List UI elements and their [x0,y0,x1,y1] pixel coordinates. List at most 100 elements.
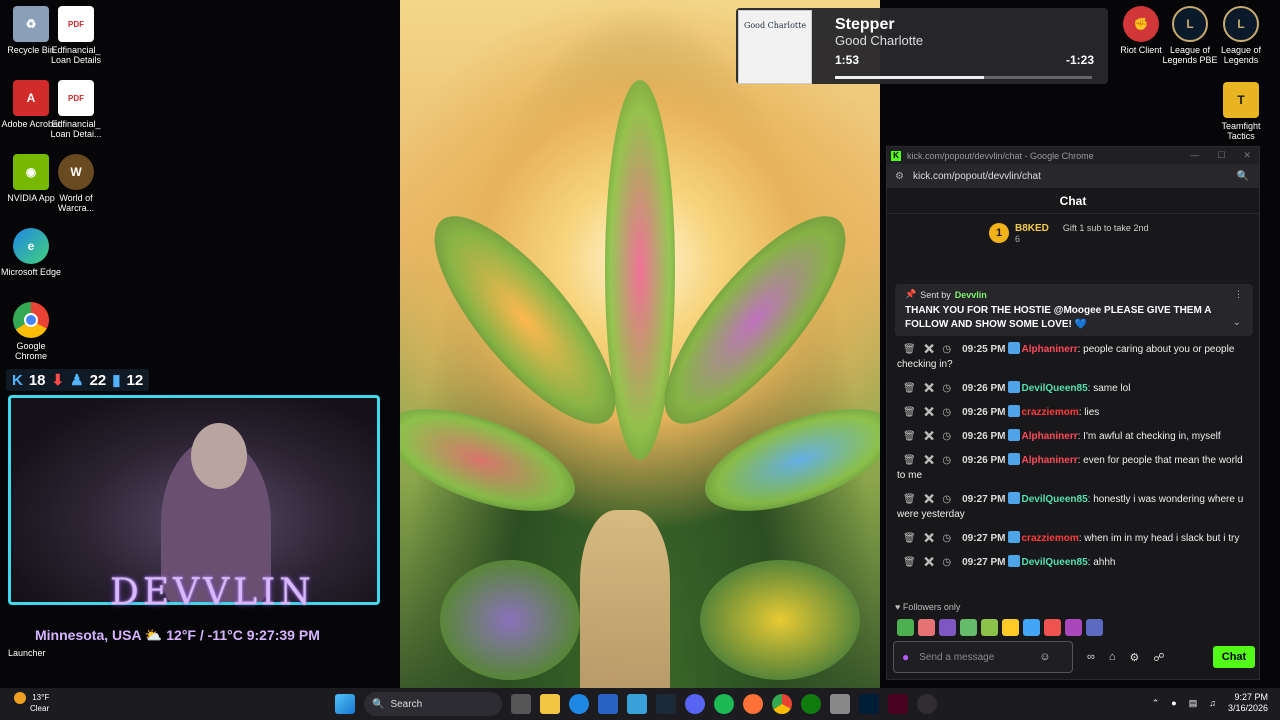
message-time: 09:26 PM [962,431,1006,442]
now-playing-widget[interactable]: Good Charlotte Stepper Good Charlotte 1:… [736,8,1108,84]
desktop-icon-loan-details-2[interactable]: PDF Edfinancial_ Loan Detai... [45,80,107,139]
zoom-icon[interactable]: 🔍 [1237,171,1249,182]
chat-input-box[interactable]: ● ☺ [893,641,1073,673]
photoshop-icon[interactable] [859,694,879,714]
indesign-icon[interactable] [888,694,908,714]
settings-icon[interactable]: ⚙ [1130,651,1140,664]
volume-icon[interactable]: ♫ [1209,698,1216,708]
obs-icon[interactable] [917,694,937,714]
emoji-icon[interactable]: ☺ [1039,651,1050,663]
stream-stats-bar: K 18 ⬇ ♟ 22 ▮ 12 [6,369,150,391]
message-user[interactable]: Alphaninerr [1021,431,1077,442]
chevron-up-icon[interactable]: ⌃ [1152,698,1160,709]
app-icon[interactable] [627,694,647,714]
minimize-icon[interactable]: — [1190,150,1199,161]
moderation-icons[interactable]: 🗑✖◷ [903,344,958,355]
desktop-icon-world-of-warcraft[interactable]: W World of Warcra... [45,154,107,213]
message-text: : when im in my head i slack but i try [1078,533,1240,544]
discord-icon[interactable] [685,694,705,714]
chat-messages: 🗑✖◷ 09:25 PM Alphaninerr: people caring ab… [897,342,1247,579]
emote[interactable] [1044,619,1061,636]
site-settings-icon[interactable]: ⚙ [895,171,907,182]
desktop-icon-lol[interactable]: L League of Legends [1210,6,1272,65]
desktop-icon-chrome[interactable]: Google Chrome [0,302,62,361]
emote[interactable] [1023,619,1040,636]
emote[interactable] [897,619,914,636]
taskbar-clock[interactable]: 9:27 PM 3/16/2026 [1228,692,1268,714]
message-user[interactable]: crazziemom [1021,407,1078,418]
gift-icon[interactable]: ☍ [1153,651,1164,664]
moderation-icons[interactable]: 🗑✖◷ [903,557,958,568]
emote-bar[interactable] [897,619,1103,636]
emote[interactable] [960,619,977,636]
store-icon[interactable]: ⌂ [1109,651,1116,663]
send-chat-button[interactable]: Chat [1213,646,1255,668]
chat-message: 🗑✖◷ 09:27 PM DevilQueen85: honestly i was … [897,492,1247,522]
close-icon[interactable]: ✕ [1243,150,1251,161]
desktop-icon-edge[interactable]: e Microsoft Edge [0,228,62,277]
pdf-icon: PDF [58,6,94,42]
message-text: : lies [1078,407,1100,418]
message-time: 09:27 PM [962,494,1006,505]
emote[interactable] [918,619,935,636]
gift-leaderboard[interactable]: 1 B8KED 6 Gift 1 sub to take 2nd [887,214,1259,252]
pinned-message[interactable]: 📌 Sent by Devvlin ⋮ THANK YOU FOR THE HO… [895,284,1253,336]
network-icon[interactable]: ▤ [1189,698,1198,709]
firefox-icon[interactable] [743,694,763,714]
riot-icon: ✊ [1123,6,1159,42]
sub-badge-icon [1008,405,1021,417]
task-view-icon[interactable] [511,694,531,714]
chevron-down-icon[interactable]: ⌄ [1233,317,1241,328]
emote[interactable] [1065,619,1082,636]
taskbar-search[interactable]: 🔍 Search [364,692,502,716]
moderation-icons[interactable]: 🗑✖◷ [903,407,958,418]
message-user[interactable]: crazziemom [1021,533,1078,544]
moderation-icons[interactable]: 🗑✖◷ [903,431,958,442]
store-icon[interactable] [598,694,618,714]
emote[interactable] [939,619,956,636]
chat-message-input[interactable] [919,651,1030,663]
window-titlebar[interactable]: K kick.com/popout/devvlin/chat - Google … [887,147,1259,164]
more-options-icon[interactable]: ⋮ [1234,289,1243,300]
message-time: 09:26 PM [962,455,1006,466]
file-explorer-icon[interactable] [540,694,560,714]
desktop-icon-teamfight-tactics[interactable]: T Teamfight Tactics [1210,82,1272,141]
track-progress-fill [835,76,985,79]
chrome-icon[interactable] [772,694,792,714]
mic-icon[interactable]: ● [1171,698,1176,708]
url-text: kick.com/popout/devvlin/chat [913,170,1041,182]
emote[interactable] [1086,619,1103,636]
edge-icon[interactable] [569,694,589,714]
infinity-icon[interactable]: ∞ [1087,651,1095,663]
moderation-icons[interactable]: 🗑✖◷ [903,383,958,394]
pinned-sent-by: Sent by [920,289,951,300]
app-icon[interactable] [830,694,850,714]
message-text: : ahhh [1087,557,1116,568]
launcher-label[interactable]: Launcher [8,648,46,658]
xbox-icon[interactable] [801,694,821,714]
message-text: : I'm awful at checking in, myself [1077,431,1221,442]
moderation-icons[interactable]: 🗑✖◷ [903,494,958,505]
desktop-icon-loan-details-1[interactable]: PDF Edfinancial_ Loan Details [45,6,107,65]
steam-icon[interactable] [656,694,676,714]
message-user[interactable]: Alphaninerr [1021,344,1077,355]
taskbar-weather[interactable]: 13°F Clear [14,692,49,714]
start-icon[interactable] [335,694,355,714]
kick-logo-icon: K [891,150,901,161]
chat-message: 🗑✖◷ 09:27 PM crazziemom: when im in my hea… [897,531,1247,546]
message-user[interactable]: DevilQueen85 [1021,557,1087,568]
spotify-icon[interactable] [714,694,734,714]
message-user[interactable]: DevilQueen85 [1021,383,1087,394]
track-progress-bar[interactable] [835,76,1092,79]
mic-icon[interactable]: ● [902,650,909,664]
address-bar[interactable]: ⚙ kick.com/popout/devvlin/chat 🔍 [887,164,1259,188]
emote[interactable] [981,619,998,636]
emote[interactable] [1002,619,1019,636]
message-time: 09:25 PM [962,344,1006,355]
message-user[interactable]: Alphaninerr [1021,455,1077,466]
message-user[interactable]: DevilQueen85 [1021,494,1087,505]
recycle-bin-icon: ♻ [13,6,49,42]
moderation-icons[interactable]: 🗑✖◷ [903,533,958,544]
maximize-icon[interactable]: ☐ [1217,150,1225,161]
moderation-icons[interactable]: 🗑✖◷ [903,455,958,466]
